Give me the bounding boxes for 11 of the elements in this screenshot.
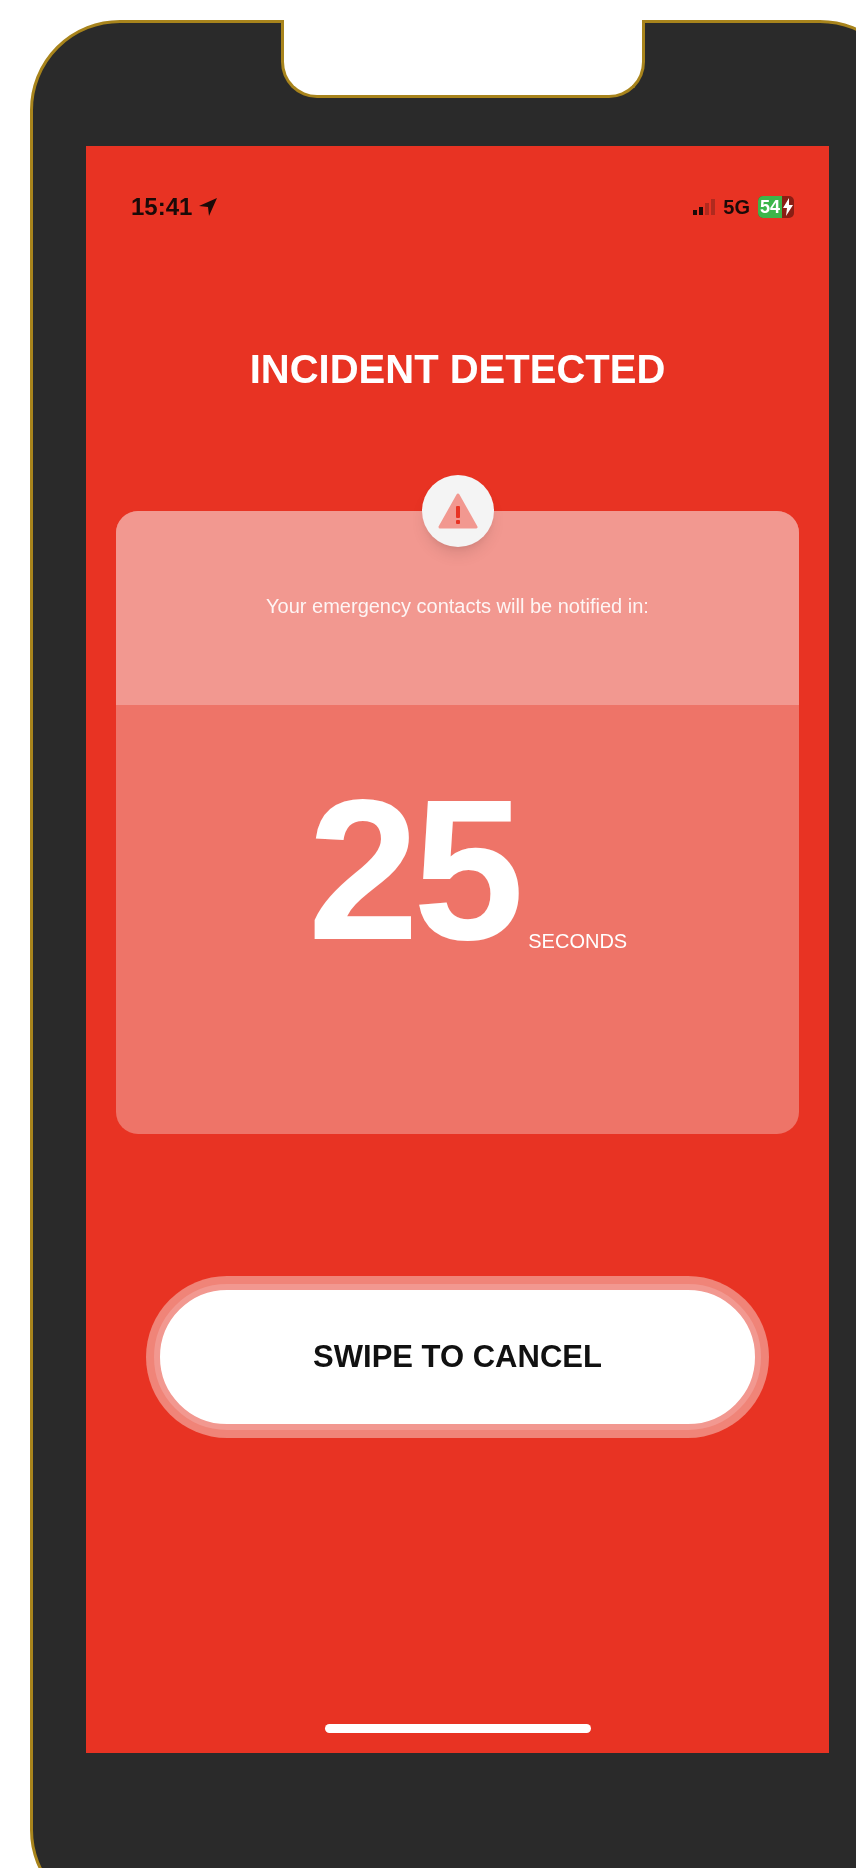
screen-title: INCIDENT DETECTED (248, 346, 667, 393)
notice-text: Your emergency contacts will be notified in: (266, 594, 649, 619)
network-type: 5G (723, 195, 750, 220)
battery-indicator: 54 (757, 196, 794, 218)
location-arrow-icon (198, 197, 219, 217)
countdown-number: 25 (307, 790, 519, 950)
swipe-to-cancel-button[interactable]: SWIPE TO CANCEL (154, 1284, 761, 1430)
signal-icon (693, 199, 716, 215)
warning-icon (437, 493, 478, 529)
countdown-unit: SECONDS (528, 929, 628, 954)
status-time: 15:41 (131, 192, 193, 222)
